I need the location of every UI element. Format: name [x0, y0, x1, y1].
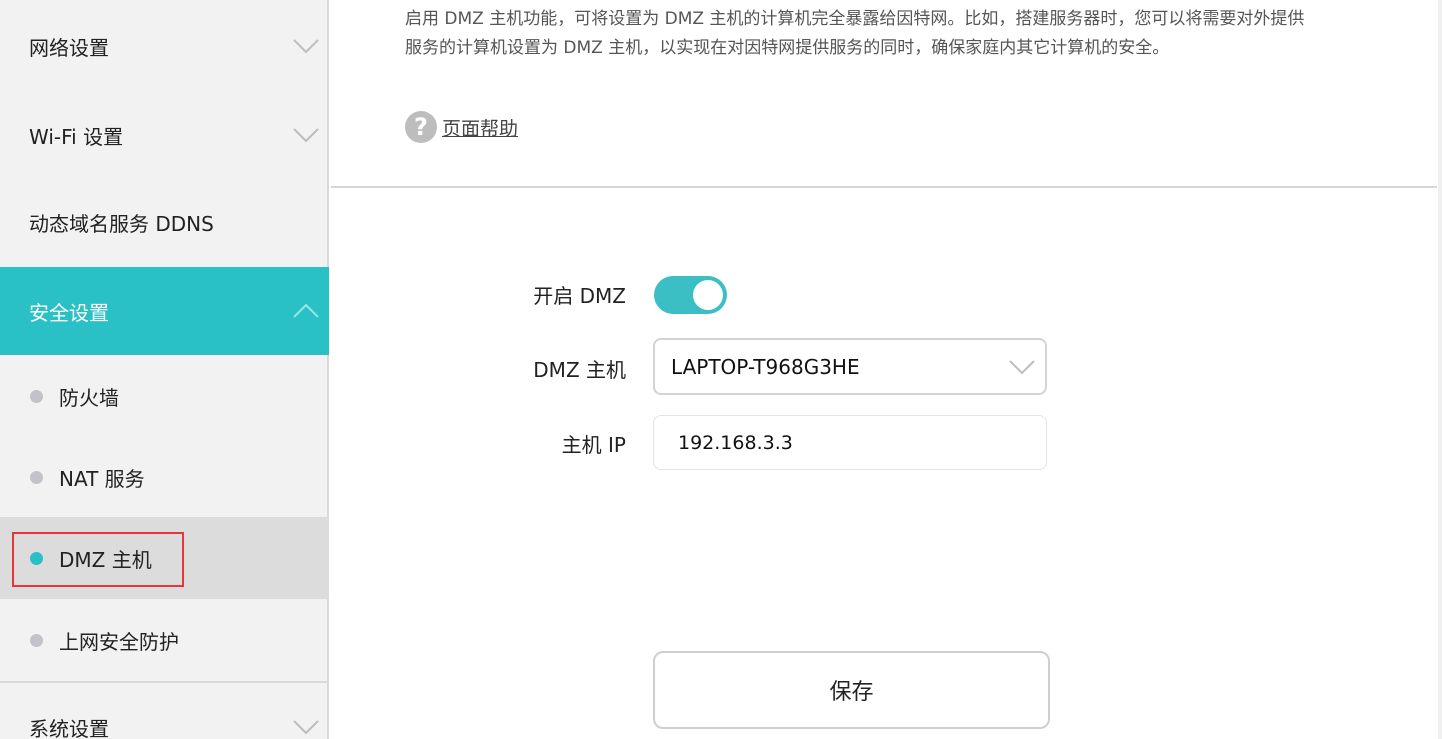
chevron-up-icon [293, 303, 319, 318]
sidebar-item-label: 安全设置 [29, 300, 109, 325]
sidebar-item-network-settings[interactable]: 网络设置 [0, 0, 329, 92]
sidebar-item-label: 系统设置 [29, 716, 109, 739]
selection-highlight-box [12, 532, 184, 587]
sidebar-item-security-settings[interactable]: 安全设置 [0, 267, 329, 355]
host-ip-input[interactable] [653, 415, 1047, 470]
question-circle-icon: ? [405, 111, 437, 143]
chevron-down-icon [293, 720, 319, 735]
dmz-host-label: DMZ 主机 [533, 358, 626, 382]
chevron-down-icon [1009, 359, 1035, 374]
sidebar-subitem-internet-protection[interactable]: 上网安全防护 [0, 599, 329, 681]
bullet-dot-icon [30, 470, 43, 484]
page-help-link[interactable]: 页面帮助 [442, 114, 518, 141]
sidebar-item-wifi-settings[interactable]: Wi-Fi 设置 [0, 92, 329, 178]
sidebar-subitem-nat[interactable]: NAT 服务 [0, 437, 329, 517]
sidebar-item-ddns[interactable]: 动态域名服务 DDNS [0, 178, 329, 267]
sidebar-subitem-label: 上网安全防护 [59, 629, 179, 654]
sidebar-subitem-label: 防火墙 [59, 385, 119, 410]
sidebar-subitem-label: NAT 服务 [59, 466, 145, 491]
dmz-host-selected-value: LAPTOP-T968G3HE [671, 354, 860, 379]
dmz-host-select[interactable]: LAPTOP-T968G3HE [653, 338, 1047, 395]
sidebar: 网络设置 Wi-Fi 设置 动态域名服务 DDNS 安全设置 防火墙 NAT 服… [0, 0, 329, 739]
section-divider [331, 186, 1437, 188]
sidebar-item-label: Wi-Fi 设置 [29, 124, 124, 149]
save-button[interactable]: 保存 [653, 651, 1050, 729]
sidebar-item-label: 动态域名服务 DDNS [29, 212, 214, 236]
description-line: 服务的计算机设置为 DMZ 主机，以实现在对因特网提供服务的同时，确保家庭内其它… [405, 38, 1170, 58]
enable-dmz-toggle[interactable] [654, 276, 727, 314]
enable-dmz-label: 开启 DMZ [533, 284, 626, 308]
dmz-description: 启用 DMZ 主机功能，可将设置为 DMZ 主机的计算机完全暴露给因特网。比如，… [405, 5, 1375, 63]
toggle-knob [693, 280, 723, 310]
bullet-dot-icon [30, 633, 43, 647]
sidebar-item-label: 网络设置 [29, 35, 109, 60]
main-content: 启用 DMZ 主机功能，可将设置为 DMZ 主机的计算机完全暴露给因特网。比如，… [331, 0, 1442, 739]
sidebar-item-system-settings[interactable]: 系统设置 [0, 683, 329, 739]
host-ip-label: 主机 IP [561, 433, 626, 457]
description-line: 启用 DMZ 主机功能，可将设置为 DMZ 主机的计算机完全暴露给因特网。比如，… [405, 9, 1305, 29]
chevron-down-icon [293, 128, 319, 143]
sidebar-subitem-firewall[interactable]: 防火墙 [0, 355, 329, 437]
chevron-down-icon [293, 39, 319, 54]
bullet-dot-icon [30, 389, 43, 403]
page-help[interactable]: ? 页面帮助 [405, 110, 518, 144]
page-edge [1438, 0, 1442, 739]
